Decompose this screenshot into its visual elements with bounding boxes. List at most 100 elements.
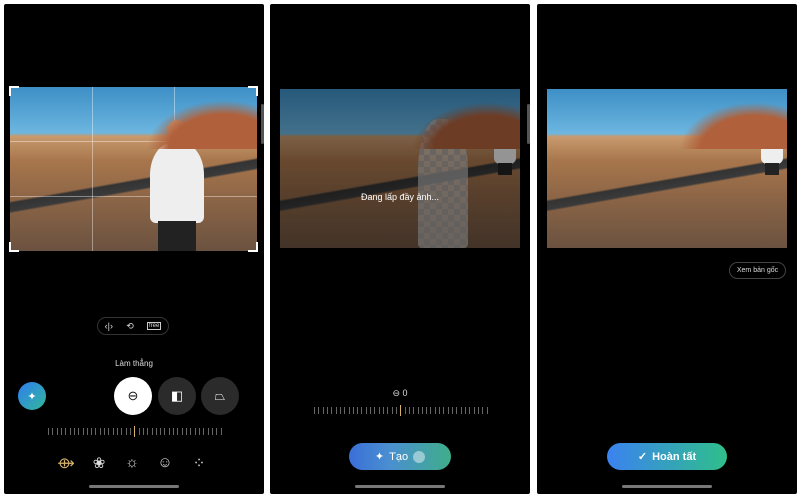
- horizontal-perspective-button[interactable]: ⏢: [201, 377, 239, 415]
- ruler-tick: [473, 406, 475, 414]
- ruler-tick: [168, 427, 170, 435]
- brightness-icon: ☼: [125, 454, 139, 471]
- straighten-button[interactable]: ⊖: [114, 377, 152, 415]
- mode-label: Làm thẳng: [115, 359, 153, 368]
- sticker-tool[interactable]: ☺: [154, 454, 176, 471]
- ruler-tick: [60, 427, 62, 435]
- filters-icon: ❀: [92, 455, 106, 472]
- erase-mask: [418, 119, 468, 248]
- ruler-tick: [391, 406, 393, 414]
- ruler-tick: [203, 427, 205, 435]
- ruler-tick: [443, 406, 445, 414]
- ruler-tick: [73, 427, 75, 435]
- ruler-tick: [361, 406, 363, 414]
- ai-button[interactable]: ✦: [18, 382, 46, 410]
- crop-rotate-icon: ⟴: [57, 455, 75, 472]
- ruler-tick: [339, 406, 341, 414]
- ruler-tick: [370, 406, 372, 414]
- photo-canvas: [280, 89, 520, 248]
- photo-canvas[interactable]: [10, 87, 257, 251]
- rotate-icon[interactable]: ⟲: [126, 321, 134, 332]
- ruler-tick: [482, 406, 484, 414]
- ruler-tick: [469, 406, 471, 414]
- home-indicator[interactable]: [622, 485, 712, 488]
- home-indicator[interactable]: [89, 485, 179, 488]
- filters-tool[interactable]: ❀: [88, 454, 110, 472]
- ruler-tick: [452, 406, 453, 414]
- brightness-tool[interactable]: ☼: [121, 454, 143, 471]
- crop-handle[interactable]: [9, 242, 19, 252]
- ruler-tick: [95, 427, 97, 435]
- view-original-button[interactable]: Xem bản gốc: [729, 262, 786, 279]
- ruler-tick: [121, 427, 123, 435]
- ruler-tick: [194, 427, 196, 435]
- generate-button[interactable]: ✦ Tạo: [349, 443, 451, 470]
- ruler-tick: [352, 406, 354, 414]
- ruler-tick: [413, 406, 415, 414]
- ruler-tick: [331, 406, 333, 414]
- ruler-tick: [78, 427, 80, 435]
- ruler-tick: [395, 406, 397, 414]
- ruler-tick: [365, 406, 367, 414]
- person: [150, 143, 204, 223]
- ruler-tick: [104, 427, 106, 435]
- crop-handle[interactable]: [248, 86, 258, 96]
- crop-rotate-tool[interactable]: ⟴: [55, 454, 77, 472]
- ruler-tick: [220, 427, 222, 435]
- ruler-tick: [112, 427, 114, 435]
- side-handle[interactable]: [527, 104, 530, 144]
- view-original-label: Xem bản gốc: [736, 267, 779, 274]
- flip-icon[interactable]: ‹|›: [105, 321, 113, 331]
- angle-slider[interactable]: [48, 425, 222, 437]
- ruler-tick: [129, 427, 131, 435]
- vertical-perspective-icon: ◧: [170, 388, 184, 403]
- generate-label: Tạo: [389, 450, 409, 463]
- more-tool[interactable]: ⁘: [188, 454, 210, 472]
- crop-handle[interactable]: [248, 242, 258, 252]
- home-indicator[interactable]: [355, 485, 445, 488]
- free-aspect-icon[interactable]: free: [147, 322, 162, 330]
- angle-slider[interactable]: [314, 404, 488, 416]
- ruler-tick: [326, 406, 328, 414]
- ruler-tick: [56, 427, 58, 435]
- person-head: [167, 120, 187, 144]
- ruler-tick: [151, 427, 153, 435]
- ruler-tick: [314, 406, 315, 414]
- ruler-tick: [335, 406, 337, 414]
- ruler-tick: [408, 406, 410, 414]
- check-icon: ✓: [637, 451, 648, 463]
- crop-handle[interactable]: [9, 86, 19, 96]
- ruler-tick: [211, 427, 213, 435]
- ruler-tick: [322, 406, 324, 414]
- aspect-toolbar: ‹|› ⟲ free: [97, 317, 169, 335]
- ruler-tick: [430, 406, 432, 414]
- side-handle[interactable]: [261, 104, 264, 144]
- ruler-tick: [65, 427, 67, 435]
- ruler-tick: [117, 427, 118, 435]
- ruler-tick: [134, 425, 136, 437]
- ruler-tick: [447, 406, 449, 414]
- ruler-tick: [434, 406, 436, 414]
- ruler-tick: [173, 427, 175, 435]
- ruler-tick: [86, 427, 88, 435]
- sparkle-icon: ✦: [27, 390, 37, 403]
- straighten-icon: ⊖: [127, 388, 139, 403]
- ruler-tick: [190, 427, 192, 435]
- angle-value: 0: [402, 388, 408, 398]
- ruler-tick: [186, 427, 187, 435]
- ruler-tick: [82, 427, 84, 435]
- ruler-tick: [464, 406, 466, 414]
- angle-readout: ⊖ 0: [370, 388, 430, 399]
- ruler-tick: [216, 427, 218, 435]
- horizontal-perspective-icon: ⏢: [214, 388, 226, 403]
- ruler-tick: [160, 427, 162, 435]
- ruler-tick: [374, 406, 376, 414]
- sticker-icon: ☺: [157, 454, 173, 471]
- vertical-perspective-button[interactable]: ◧: [158, 377, 196, 415]
- ruler-tick: [417, 406, 419, 414]
- editor-screen-result: Xem bản gốc ✓ Hoàn tất: [537, 4, 797, 494]
- done-button[interactable]: ✓ Hoàn tất: [607, 443, 727, 470]
- ruler-tick: [318, 406, 320, 414]
- ruler-tick: [207, 427, 209, 435]
- ruler-tick: [477, 406, 479, 414]
